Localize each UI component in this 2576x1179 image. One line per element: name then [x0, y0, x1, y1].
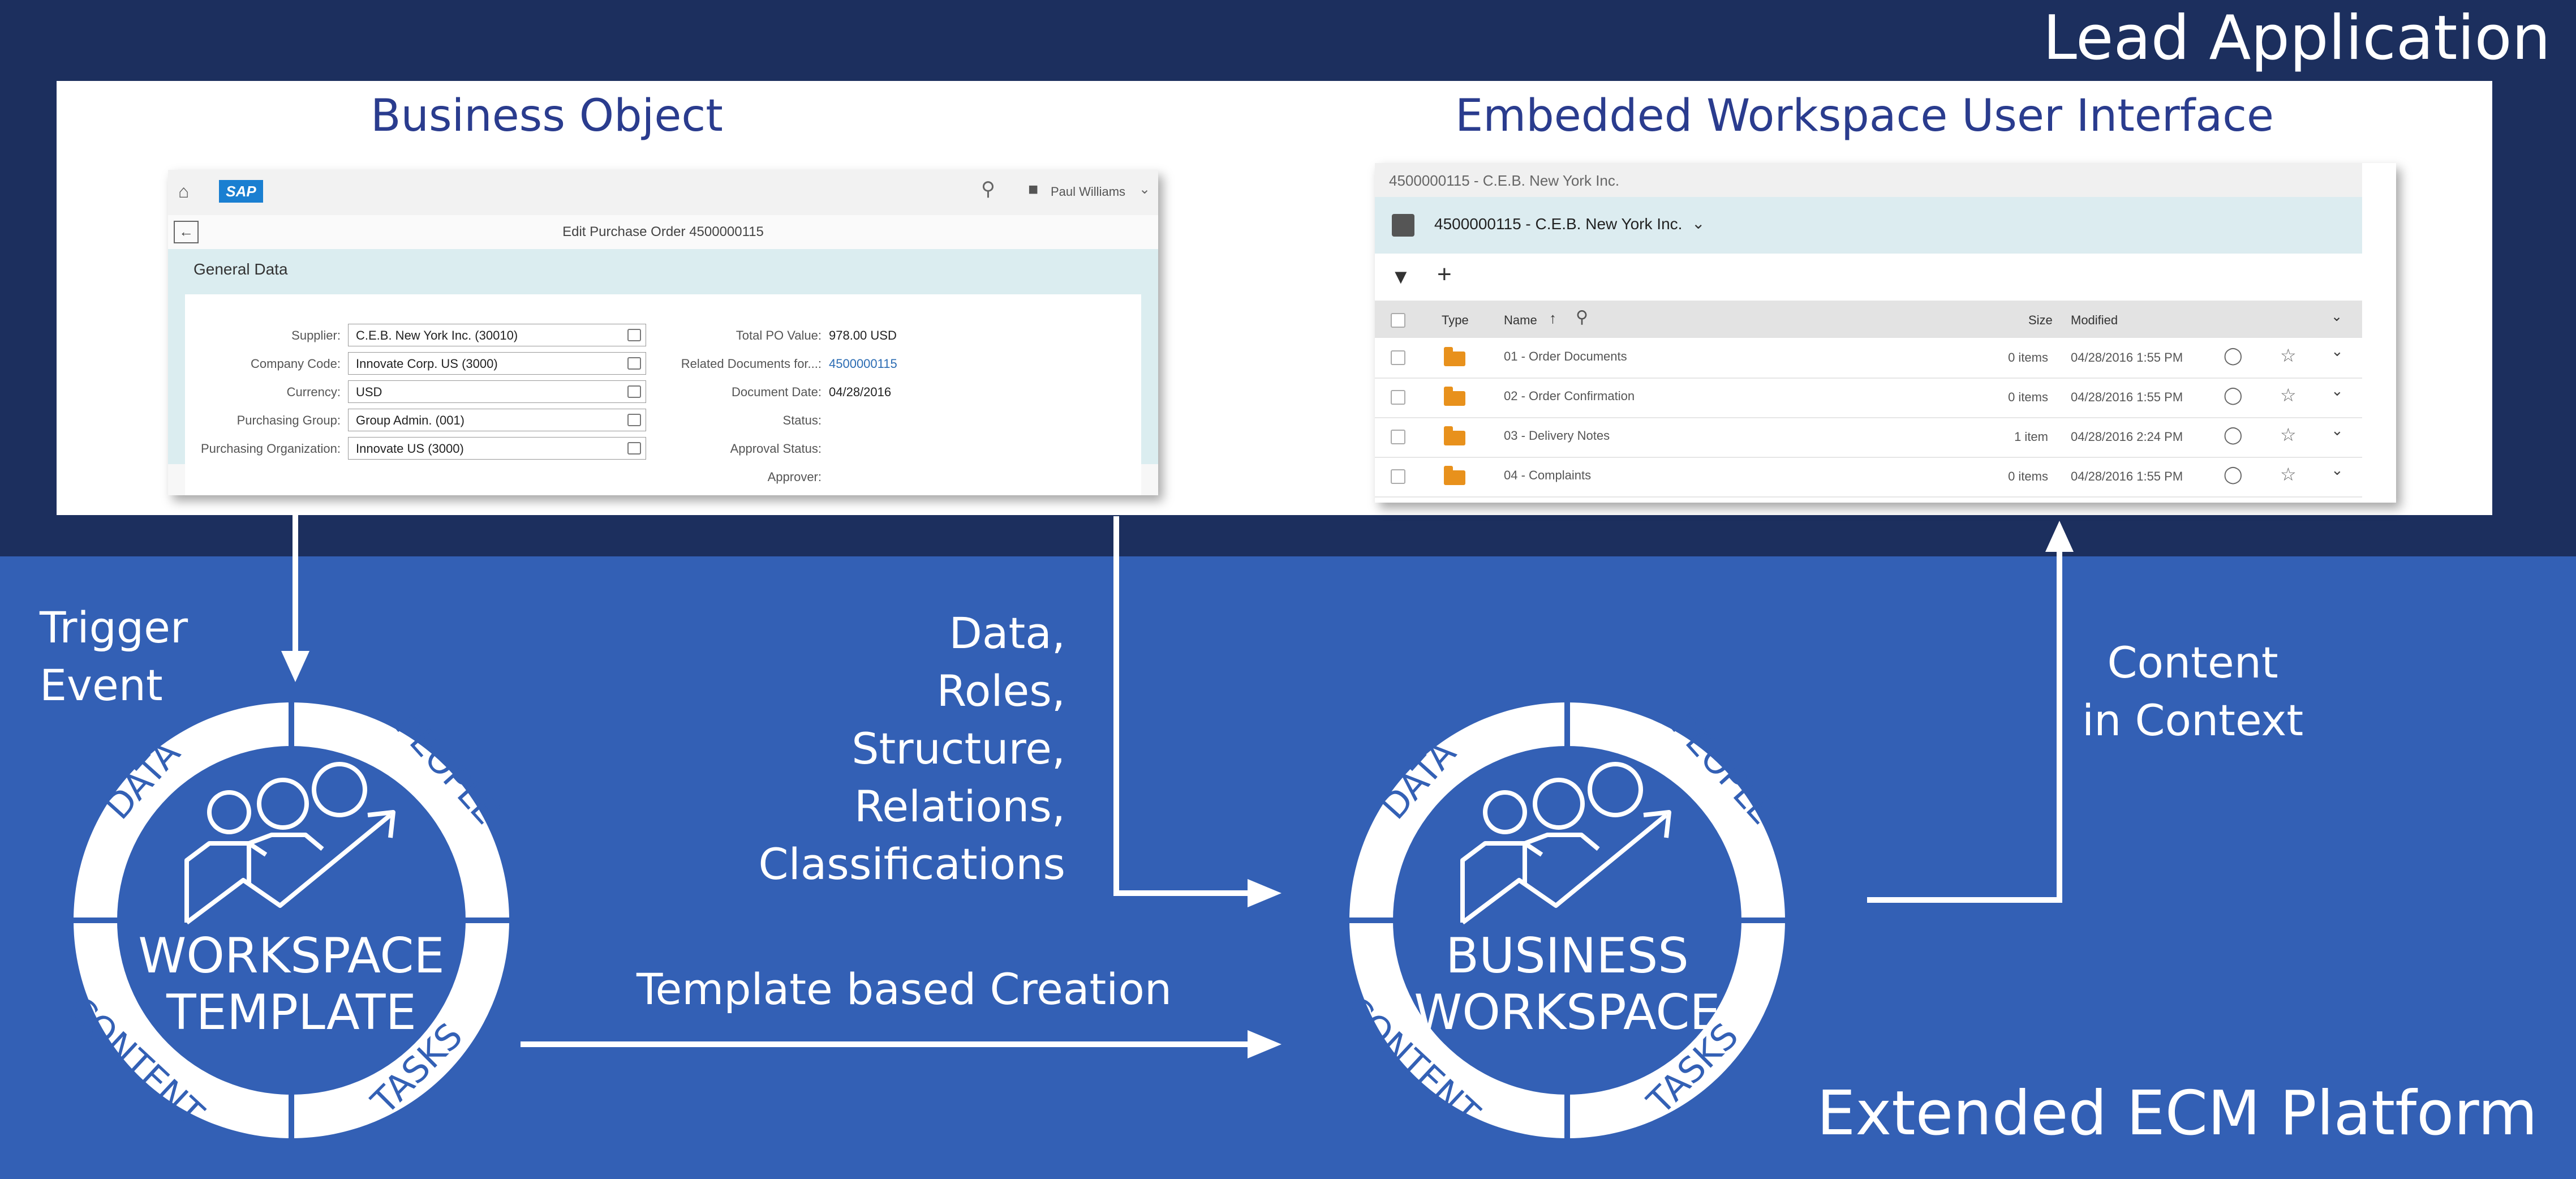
- template-wheel-line1: WORKSPACE: [138, 928, 445, 984]
- content-label-line2: in Context: [2082, 695, 2304, 745]
- business-workspace-wheel: BUSINESS WORKSPACE DATA PEOPLE CONTENT T…: [1335, 700, 1787, 1141]
- template-creation-label: Template based Creation: [637, 964, 1172, 1014]
- data-label-line: Structure,: [852, 723, 1065, 774]
- business-wheel-line2: WORKSPACE: [1414, 984, 1721, 1041]
- template-wheel-line2: TEMPLATE: [166, 984, 416, 1041]
- data-label-line: Relations,: [854, 781, 1065, 831]
- content-label-line1: Content: [2107, 637, 2278, 688]
- trigger-label-line2: Event: [40, 660, 163, 710]
- content-in-context-label: Content in Context: [2082, 634, 2303, 749]
- trigger-event-label: Trigger Event: [40, 599, 188, 714]
- diagram-overlay: WORKSPACE TEMPLATE DATA PEOPLE CONTENT T…: [59, 512, 2074, 1141]
- template-creation-arrow-head: [1248, 1030, 1281, 1058]
- trigger-arrow-head: [281, 651, 309, 682]
- data-label-line: Classifications: [758, 839, 1065, 889]
- data-roles-label: Data, Roles, Structure, Relations, Class…: [759, 604, 1065, 893]
- data-arrow-head: [1248, 879, 1281, 907]
- workspace-template-wheel: WORKSPACE TEMPLATE DATA PEOPLE CONTENT T…: [59, 700, 511, 1141]
- business-wheel-line1: BUSINESS: [1446, 928, 1689, 984]
- data-label-line: Roles,: [936, 666, 1065, 716]
- data-label-line: Data,: [949, 608, 1065, 658]
- content-arrow-head: [2045, 521, 2074, 552]
- content-arrow-line: [1867, 546, 2062, 903]
- data-arrow-line: [1113, 516, 1253, 896]
- trigger-label-line1: Trigger: [40, 602, 188, 653]
